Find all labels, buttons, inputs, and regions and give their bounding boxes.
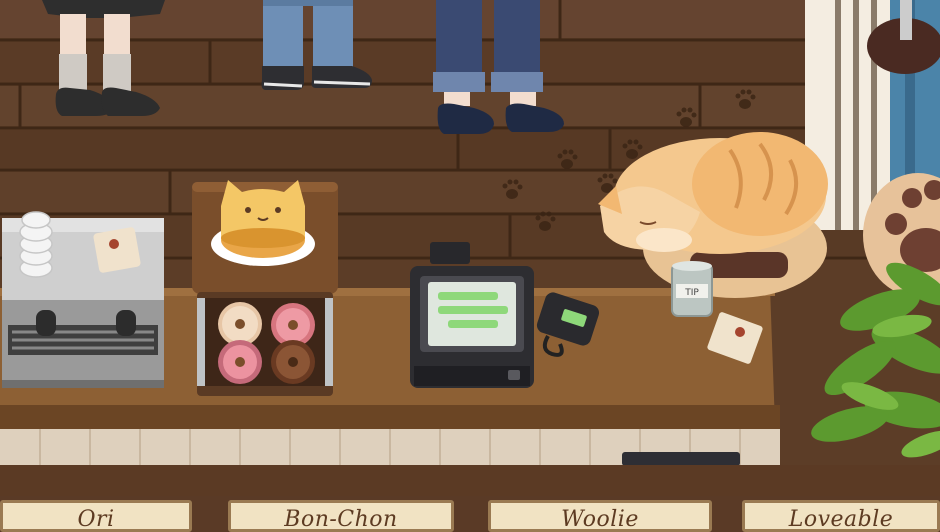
- customer-tag-woolie[interactable]: Woolie: [488, 500, 712, 532]
- customer-tag-label: Ori: [77, 507, 115, 532]
- customer-tag-ori[interactable]: Ori: [0, 500, 192, 532]
- tip-jar-icon[interactable]: TIP: [671, 261, 713, 317]
- customer-tag-label: Loveable: [788, 507, 894, 532]
- cafe-scene: TIP: [0, 0, 940, 496]
- customer-tag-label: Bon-Chon: [284, 507, 398, 532]
- customer-tag-loveable[interactable]: Loveable: [742, 500, 940, 532]
- customer-name-tags: Ori Bon-Chon Woolie Loveable: [0, 496, 940, 532]
- espresso-machine-icon[interactable]: [2, 211, 164, 388]
- tip-jar-label: TIP: [684, 288, 699, 298]
- customer-tag-label: Woolie: [561, 507, 639, 532]
- cat-cake-icon[interactable]: [211, 180, 315, 266]
- customer-tag-bon-chon[interactable]: Bon-Chon: [228, 500, 454, 532]
